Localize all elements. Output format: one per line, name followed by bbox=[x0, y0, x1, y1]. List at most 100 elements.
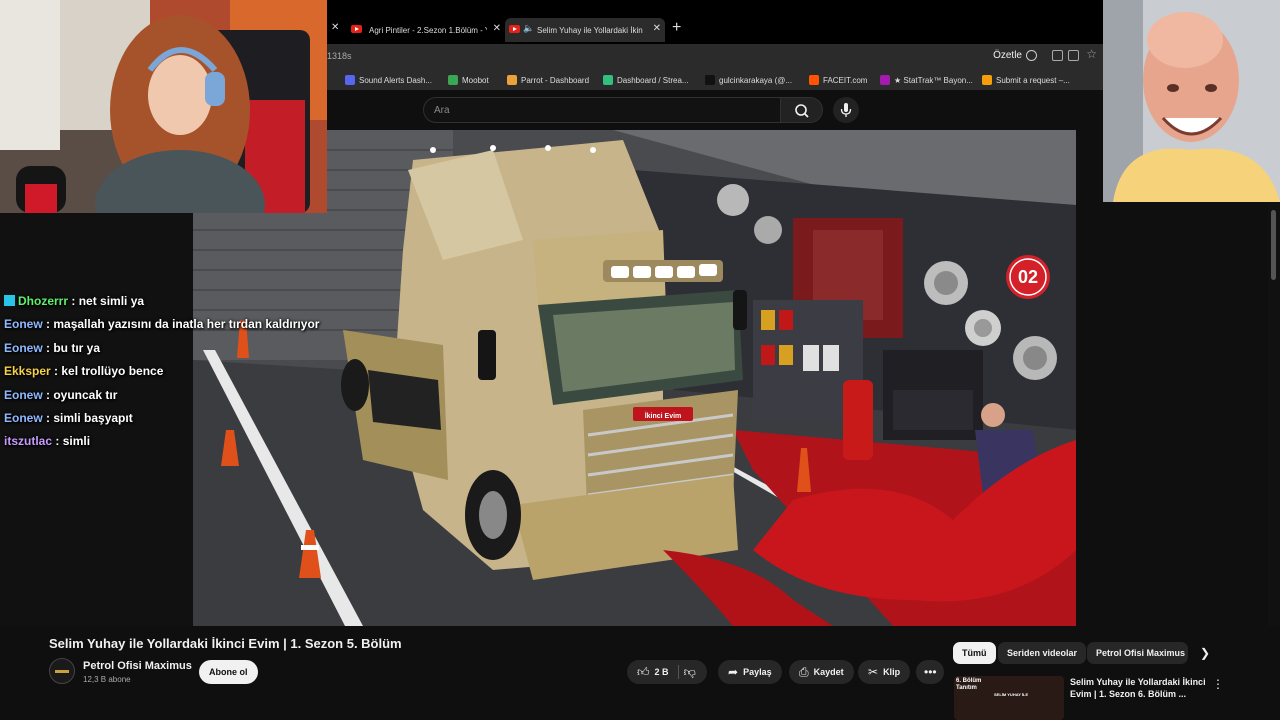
video-title: Selim Yuhay ile Yollardaki İkinci Evim |… bbox=[49, 636, 402, 651]
search-button[interactable] bbox=[781, 97, 823, 123]
summarize-button[interactable]: Özetle bbox=[993, 50, 1037, 61]
extension-icon[interactable] bbox=[1052, 50, 1063, 61]
thumbnail-brand: SELİM YUHAY İLE bbox=[994, 692, 1029, 697]
bookmark-icon: ⎙ bbox=[799, 665, 809, 679]
thumbs-down-icon[interactable]: 👎︎ bbox=[684, 660, 696, 684]
chat-message: Dhozerrr : net simli ya bbox=[4, 294, 334, 317]
share-label: Paylaş bbox=[743, 667, 772, 677]
chat-text: simli bbox=[62, 434, 91, 449]
new-tab-icon[interactable]: + bbox=[672, 19, 681, 37]
stream-chat: Dhozerrr : net simli ya Eonew : maşallah… bbox=[4, 294, 334, 458]
summarize-icon bbox=[1026, 50, 1037, 61]
like-count: 2 B bbox=[654, 667, 669, 677]
chip-all[interactable]: Tümü bbox=[953, 642, 996, 664]
close-icon[interactable]: ✕ bbox=[653, 23, 661, 34]
chat-message: Eonew : bu tır ya bbox=[4, 340, 101, 355]
chat-username: Ekksper bbox=[4, 364, 51, 379]
bookmark-label: Parrot - Dashboard bbox=[521, 75, 590, 85]
clip-label: Klip bbox=[883, 667, 901, 677]
save-label: Kaydet bbox=[813, 667, 844, 677]
recommended-title[interactable]: Selim Yuhay ile Yollardaki İkinci Evim |… bbox=[1070, 676, 1210, 700]
channel-name[interactable]: Petrol Ofisi Maximus bbox=[83, 660, 192, 672]
chat-badge-icon bbox=[4, 295, 15, 306]
like-button[interactable]: 👍︎ 2 B 👎︎ bbox=[627, 660, 707, 684]
close-icon[interactable]: ✕ bbox=[493, 23, 501, 34]
youtube-header: Ara bbox=[327, 90, 1103, 130]
bookmark-favicon-icon bbox=[448, 75, 458, 85]
chat-message: itszutlac : simli bbox=[4, 434, 91, 449]
chat-message: Ekksper : kel trollüyo bence bbox=[4, 364, 164, 379]
chat-username: Eonew bbox=[4, 317, 43, 332]
bookmarks-bar: Sound Alerts Dash... Moobot Parrot - Das… bbox=[327, 70, 1103, 90]
more-horizontal-icon: ••• bbox=[924, 665, 937, 679]
bookmark-favicon-icon bbox=[603, 75, 613, 85]
share-icon: ➦ bbox=[728, 665, 739, 679]
bookmark-item[interactable]: Sound Alerts Dash... bbox=[345, 75, 432, 85]
browser-tab-bar: ✕ Agri Pintiler - 2.Sezon 1.Bölüm - Yo ✕… bbox=[327, 0, 1103, 44]
chevron-right-icon[interactable]: ❯ bbox=[1200, 646, 1210, 660]
speaker-icon: 🔈 bbox=[523, 23, 535, 33]
channel-avatar[interactable] bbox=[49, 658, 75, 684]
url-text[interactable]: 1318s bbox=[327, 51, 352, 61]
youtube-icon bbox=[351, 25, 362, 33]
streamer-webcam bbox=[0, 0, 327, 213]
chip-channel[interactable]: Petrol Ofisi Maximus bbox=[1087, 642, 1188, 664]
voice-search-button[interactable] bbox=[833, 97, 859, 123]
search-input[interactable]: Ara bbox=[423, 97, 781, 123]
thumbnail-tag: 6. Bölüm Tanıtım bbox=[956, 678, 982, 691]
search-icon bbox=[795, 104, 809, 118]
microphone-icon bbox=[840, 103, 852, 117]
sidebar-background bbox=[1076, 202, 1280, 626]
chat-username: Eonew bbox=[4, 410, 43, 425]
search-placeholder: Ara bbox=[434, 105, 450, 116]
clip-button[interactable]: ✂ Klip bbox=[858, 660, 911, 684]
scrollbar-thumb[interactable] bbox=[1271, 210, 1276, 280]
bookmark-item[interactable]: Moobot bbox=[448, 75, 489, 85]
bookmark-item[interactable]: FACEIT.com bbox=[809, 75, 867, 85]
youtube-icon bbox=[509, 25, 520, 33]
address-bar[interactable]: 1318s Özetle ☆ bbox=[327, 44, 1103, 70]
reader-icon[interactable] bbox=[1068, 50, 1079, 61]
bookmark-label: gulcinkarakaya (@... bbox=[719, 75, 793, 85]
chat-text: bu tır ya bbox=[53, 340, 101, 355]
chip-series-videos[interactable]: Seriden videolar bbox=[998, 642, 1087, 664]
chat-message: Eonew : oyuncak tır bbox=[4, 387, 118, 402]
streamer-webcam-image bbox=[0, 0, 327, 213]
guest-webcam-image bbox=[1103, 0, 1280, 202]
chat-username: Eonew bbox=[4, 340, 43, 355]
tab-label: Selim Yuhay ile Yollardaki İkinci bbox=[537, 25, 643, 35]
bookmark-item[interactable]: Submit a request –... bbox=[982, 75, 1070, 85]
bookmark-label: Sound Alerts Dash... bbox=[359, 75, 432, 85]
chat-username: Eonew bbox=[4, 387, 43, 402]
chat-message: Eonew : simli başyapıt bbox=[4, 410, 133, 425]
bookmark-item[interactable]: ★ StatTrak™ Bayon... bbox=[880, 75, 973, 85]
subscribe-button[interactable]: Abone ol bbox=[199, 660, 258, 684]
bookmark-favicon-icon bbox=[809, 75, 819, 85]
bookmark-item[interactable]: Parrot - Dashboard bbox=[507, 75, 589, 85]
video-info: Selim Yuhay ile Yollardaki İkinci Evim |… bbox=[0, 626, 1280, 720]
guest-webcam bbox=[1103, 0, 1280, 202]
more-actions-button[interactable]: ••• bbox=[916, 660, 944, 684]
chat-username: itszutlac bbox=[4, 434, 53, 449]
screen: ✕ Agri Pintiler - 2.Sezon 1.Bölüm - Yo ✕… bbox=[0, 0, 1280, 720]
bookmark-star-icon[interactable]: ☆ bbox=[1086, 47, 1097, 61]
summarize-label: Özetle bbox=[993, 50, 1022, 61]
chat-username: Dhozerrr bbox=[18, 294, 69, 308]
share-button[interactable]: ➦ Paylaş bbox=[718, 660, 782, 684]
bookmark-item[interactable]: Dashboard / Strea... bbox=[603, 75, 689, 85]
tab-selim-yuhay[interactable]: 🔈 Selim Yuhay ile Yollardaki İkinci ✕ bbox=[505, 18, 665, 42]
tab-agri-pintiler[interactable]: Agri Pintiler - 2.Sezon 1.Bölüm - Yo ✕ bbox=[347, 18, 505, 42]
bookmark-item[interactable]: gulcinkarakaya (@... bbox=[705, 75, 792, 85]
subscriber-count: 12,3 B abone bbox=[83, 675, 131, 684]
bookmark-favicon-icon bbox=[507, 75, 517, 85]
scissors-icon: ✂ bbox=[868, 665, 879, 679]
chat-text: maşallah yazısını da inatla her tırdan k… bbox=[53, 317, 320, 332]
save-button[interactable]: ⎙ Kaydet bbox=[789, 660, 854, 684]
thumbs-up-icon: 👍︎ bbox=[637, 665, 650, 679]
bookmark-label: Dashboard / Strea... bbox=[617, 75, 689, 85]
bookmark-favicon-icon bbox=[705, 75, 715, 85]
close-icon[interactable]: ✕ bbox=[331, 22, 339, 33]
bookmark-favicon-icon bbox=[982, 75, 992, 85]
recommended-thumbnail[interactable]: 6. Bölüm Tanıtım SELİM YUHAY İLE bbox=[954, 676, 1064, 720]
more-vertical-icon[interactable]: ⋮ bbox=[1212, 677, 1224, 691]
